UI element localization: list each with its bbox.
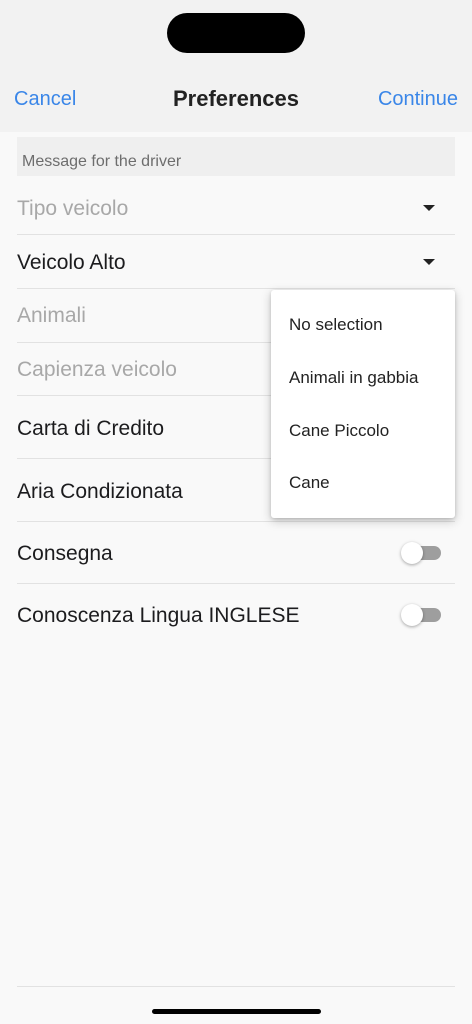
veicolo-alto-label: Veicolo Alto — [17, 251, 126, 274]
consegna-label: Consegna — [17, 542, 113, 565]
dropdown-option-cane[interactable]: Cane — [289, 473, 330, 493]
caret-down-icon — [423, 205, 435, 211]
toggle-knob — [401, 542, 423, 564]
tipo-veicolo-label: Tipo veicolo — [17, 197, 129, 220]
aria-condizionata-label: Aria Condizionata — [17, 480, 183, 503]
animali-dropdown-menu: No selection Animali in gabbia Cane Picc… — [271, 290, 455, 518]
dynamic-island — [167, 13, 305, 53]
consegna-toggle[interactable] — [401, 542, 441, 564]
dropdown-option-animali-in-gabbia[interactable]: Animali in gabbia — [289, 368, 418, 388]
continue-button[interactable]: Continue — [378, 88, 458, 111]
toggle-knob — [401, 604, 423, 626]
driver-message-input[interactable]: Message for the driver — [17, 137, 455, 176]
capienza-veicolo-label: Capienza veicolo — [17, 358, 177, 381]
animali-label: Animali — [17, 304, 86, 327]
home-indicator[interactable] — [152, 1009, 321, 1014]
lingua-inglese-toggle[interactable] — [401, 604, 441, 626]
navigation-bar: Cancel Preferences Continue — [0, 70, 472, 132]
status-bar — [0, 0, 472, 70]
driver-message-placeholder: Message for the driver — [22, 153, 182, 170]
divider — [17, 986, 455, 987]
carta-di-credito-label: Carta di Credito — [17, 417, 165, 440]
lingua-inglese-row: Conoscenza Lingua INGLESE — [17, 584, 455, 646]
veicolo-alto-select[interactable]: Veicolo Alto — [17, 235, 455, 289]
dropdown-option-no-selection[interactable]: No selection — [289, 315, 383, 335]
lingua-inglese-label: Conoscenza Lingua INGLESE — [17, 604, 300, 627]
caret-down-icon — [423, 259, 435, 265]
tipo-veicolo-select[interactable]: Tipo veicolo — [17, 181, 455, 235]
dropdown-option-cane-piccolo[interactable]: Cane Piccolo — [289, 421, 389, 441]
consegna-row: Consegna — [17, 522, 455, 584]
